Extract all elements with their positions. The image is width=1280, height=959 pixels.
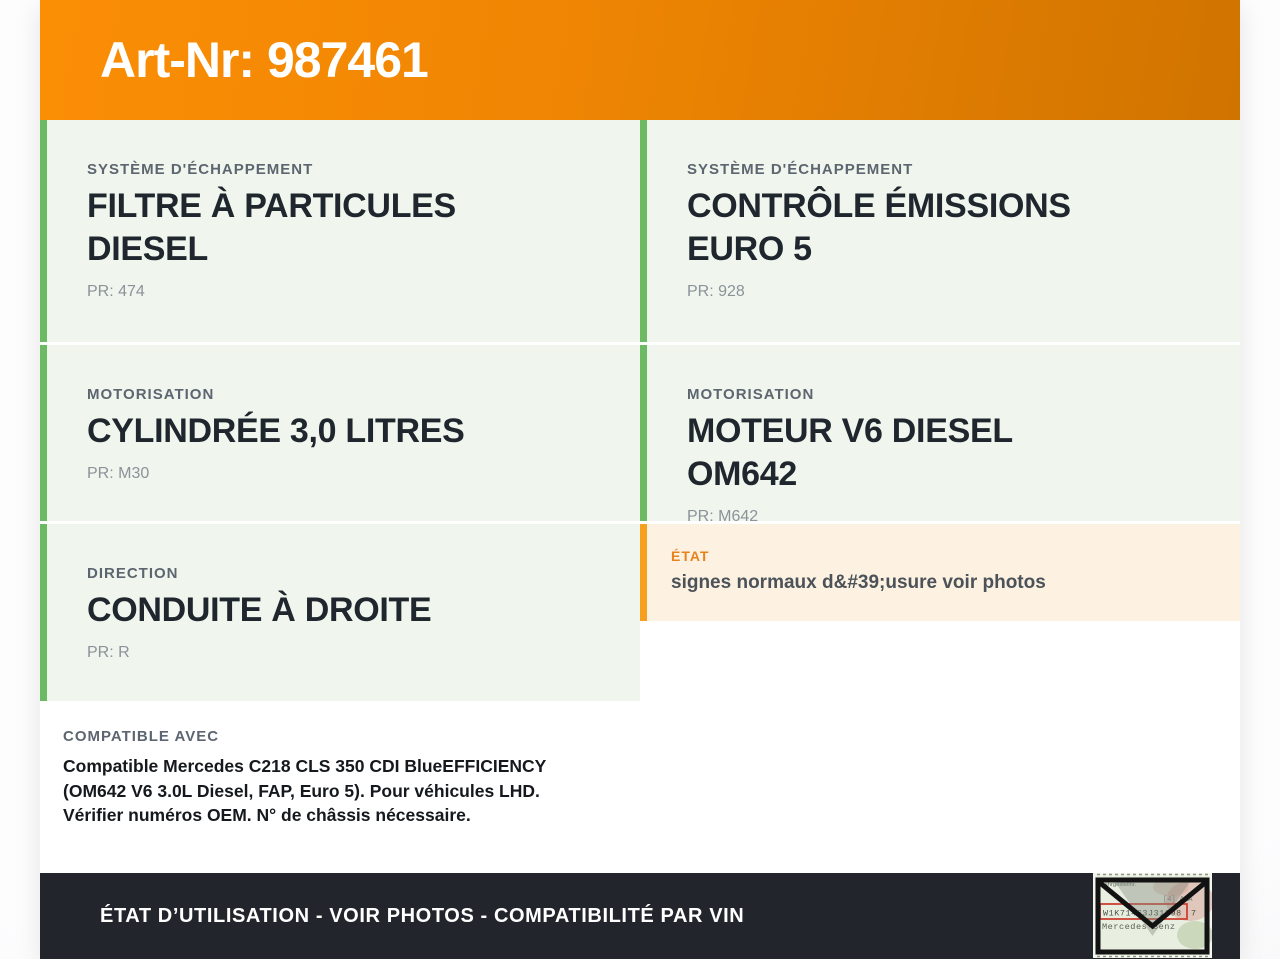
article-number-title: Art-Nr: 987461: [100, 32, 429, 88]
card-engine-type: MOTORISATION MOTEUR V6 DIESEL OM642 PR: …: [640, 345, 1240, 525]
footer-notice-text: ÉTAT D’UTILISATION - VOIR PHOTOS - COMPA…: [100, 904, 745, 927]
card-pr-code: PR: 928: [687, 283, 745, 300]
vin-document-stamp: Fahrgestellnr. [4] AiA W1K71463J31298 7 …: [1093, 873, 1212, 958]
card-category-label: SYSTÈME D'ÉCHAPPEMENT: [687, 161, 914, 178]
right-column: SYSTÈME D'ÉCHAPPEMENT CONTRÔLE ÉMISSIONS…: [640, 120, 1240, 873]
card-pr-code: PR: M30: [87, 465, 150, 482]
card-engine-displacement: MOTORISATION CYLINDRÉE 3,0 LITRES PR: M3…: [40, 345, 640, 521]
card-steering: DIRECTION CONDUITE À DROITE PR: R: [40, 524, 640, 701]
card-category-label: MOTORISATION: [687, 386, 815, 403]
compatibility-label: COMPATIBLE AVEC: [63, 728, 220, 745]
card-category-label: DIRECTION: [87, 565, 179, 582]
brand-text: Mercedes-Benz: [1102, 922, 1176, 932]
card-title: FILTRE À PARTICULES DIESEL: [87, 187, 456, 268]
card-title: CONTRÔLE ÉMISSIONS EURO 5: [687, 187, 1071, 268]
card-compatibility: COMPATIBLE AVEC Compatible Mercedes C218…: [40, 704, 640, 873]
card-category-label: MOTORISATION: [87, 386, 215, 403]
header: Art-Nr: 987461: [40, 0, 1240, 120]
spec-grid: SYSTÈME D'ÉCHAPPEMENT FILTRE À PARTICULE…: [40, 120, 1240, 873]
left-column: SYSTÈME D'ÉCHAPPEMENT FILTRE À PARTICULE…: [40, 120, 640, 873]
card-pr-code: PR: 474: [87, 283, 145, 300]
card-title: CONDUITE À DROITE: [87, 591, 432, 629]
card-pr-code: PR: R: [87, 644, 130, 661]
condition-label: ÉTAT: [671, 548, 710, 564]
condition-value: signes normaux d&#39;usure voir photos: [671, 572, 1046, 593]
product-sheet: Art-Nr: 987461 SYSTÈME D'ÉCHAPPEMENT FIL…: [40, 0, 1240, 959]
card-condition: ÉTAT signes normaux d&#39;usure voir pho…: [640, 524, 1240, 621]
card-emissions: SYSTÈME D'ÉCHAPPEMENT CONTRÔLE ÉMISSIONS…: [640, 120, 1240, 342]
vin-suffix-text: 7: [1191, 909, 1196, 919]
compatibility-text: Compatible Mercedes C218 CLS 350 CDI Blu…: [63, 756, 547, 825]
page-background: Art-Nr: 987461 SYSTÈME D'ÉCHAPPEMENT FIL…: [0, 0, 1280, 959]
card-exhaust-filter: SYSTÈME D'ÉCHAPPEMENT FILTRE À PARTICULE…: [40, 120, 640, 342]
card-category-label: SYSTÈME D'ÉCHAPPEMENT: [87, 161, 314, 178]
card-title: CYLINDRÉE 3,0 LITRES: [87, 412, 465, 450]
card-title: MOTEUR V6 DIESEL OM642: [687, 412, 1013, 493]
footer-bar: ÉTAT D’UTILISATION - VOIR PHOTOS - COMPA…: [40, 873, 1240, 959]
